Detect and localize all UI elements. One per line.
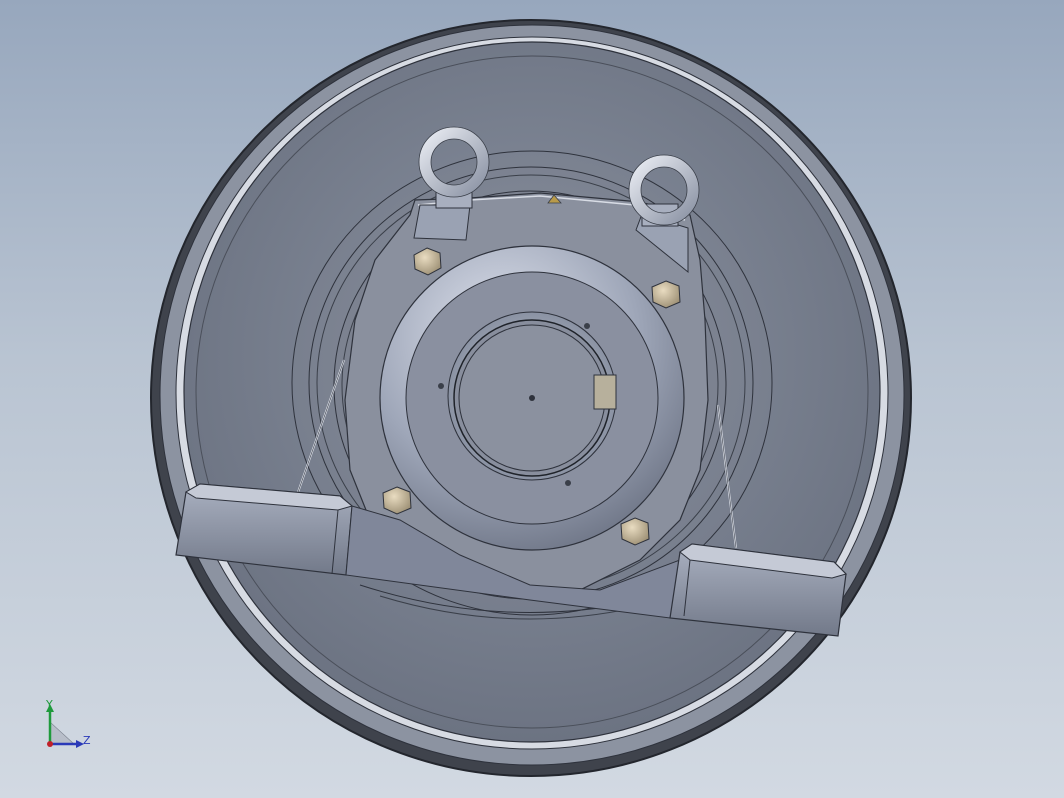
- bearing-cap: [379, 245, 685, 551]
- bolt-bottom-right: [620, 517, 650, 546]
- bolt-bottom-left: [382, 486, 412, 515]
- triad-y-label: Y: [46, 698, 53, 711]
- wheel-assembly-model[interactable]: [0, 0, 1064, 798]
- triad-z-label: Z: [83, 734, 91, 747]
- coordinate-triad: Y Z: [36, 696, 106, 760]
- bolt-top-right: [651, 280, 681, 309]
- graphics-viewport[interactable]: Y Z: [0, 0, 1064, 798]
